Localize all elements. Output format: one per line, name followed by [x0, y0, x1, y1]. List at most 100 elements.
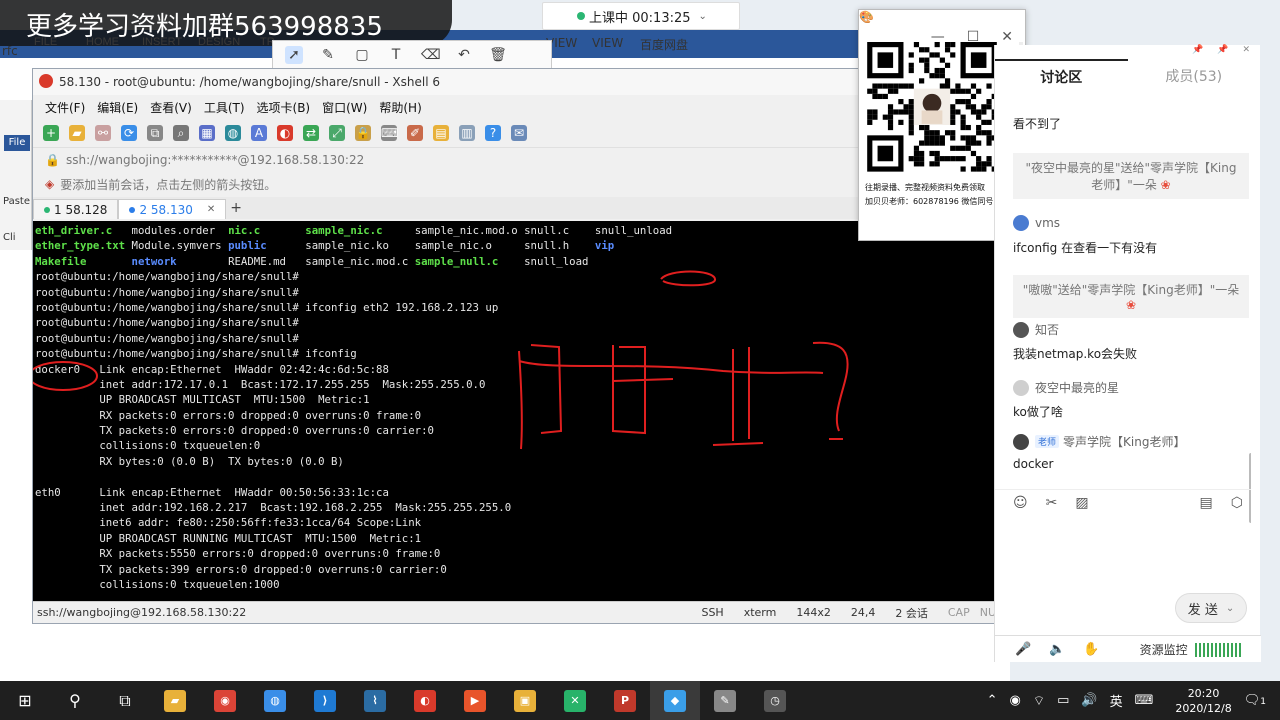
xmind-icon[interactable]: ✕: [550, 681, 600, 720]
highlight-icon[interactable]: ✐: [407, 125, 423, 141]
menu-tools[interactable]: 工具(T): [204, 99, 245, 116]
discussion-tabs: 讨论区 成员(53): [995, 59, 1260, 93]
undo-icon[interactable]: ↶: [455, 46, 473, 64]
scissors-icon[interactable]: ✂: [1046, 495, 1058, 511]
terminal-output[interactable]: eth_driver.c modules.order nic.c sample_…: [33, 221, 996, 603]
layout-icon[interactable]: ▥: [459, 125, 475, 141]
emoji-icon[interactable]: ☺: [1013, 495, 1028, 511]
terminal-file-entry: nic.c: [228, 224, 261, 237]
clock-tool-icon[interactable]: ◷: [750, 681, 800, 720]
avatar[interactable]: [1013, 215, 1029, 231]
close-icon[interactable]: ✕: [1242, 45, 1250, 59]
reconnect-icon[interactable]: ⟳: [121, 125, 137, 141]
xshell-icon[interactable]: ◐: [400, 681, 450, 720]
browser-globe-icon[interactable]: ◍: [250, 681, 300, 720]
menu-window[interactable]: 窗口(W): [322, 99, 367, 116]
properties-icon[interactable]: ▦: [199, 125, 215, 141]
text-icon[interactable]: T: [387, 46, 405, 64]
send-button[interactable]: 发 送 ⌄: [1175, 593, 1247, 623]
pointer-icon[interactable]: ➚: [285, 46, 303, 64]
powerpoint-icon[interactable]: P: [600, 681, 650, 720]
avatar[interactable]: [1013, 321, 1029, 338]
hand-raise-icon[interactable]: ✋: [1083, 642, 1099, 657]
notification-icon[interactable]: 🗨1: [1244, 693, 1266, 708]
avatar[interactable]: [1013, 433, 1029, 450]
taskbar-clock[interactable]: 20:20 2020/12/8: [1175, 686, 1231, 716]
help-icon[interactable]: ?: [485, 125, 501, 141]
eraser-icon[interactable]: ⌫: [421, 46, 441, 64]
image-icon[interactable]: ▨: [1075, 495, 1088, 511]
terminal-lines: root@ubuntu:/home/wangbojing/share/snull…: [35, 269, 996, 592]
volume-icon[interactable]: 🔊: [1081, 693, 1097, 708]
live-status-pill[interactable]: 上课中 00:13:25 ⌄: [542, 2, 740, 30]
background-paste-label: Paste: [3, 196, 30, 207]
tab-members[interactable]: 成员(53): [1128, 59, 1261, 93]
menu-file[interactable]: 文件(F): [45, 99, 85, 116]
live-class-icon[interactable]: ◆: [650, 681, 700, 720]
avatar[interactable]: [1013, 379, 1029, 396]
chevron-up-icon[interactable]: ⌃: [987, 693, 998, 708]
xftp-icon[interactable]: ▶: [450, 681, 500, 720]
keyboard-icon[interactable]: ⌨: [1135, 693, 1154, 708]
fullscreen-icon[interactable]: ⤢: [329, 125, 345, 141]
shape-icon[interactable]: ▢: [353, 46, 371, 64]
add-session-icon[interactable]: ◈: [45, 177, 54, 191]
vscode-icon[interactable]: ⟩: [300, 681, 350, 720]
system-tray: ⌃ ◉ ⌔ ▭ 🔊 英 ⌨ 20:20 2020/12/8 🗨1: [987, 681, 1280, 720]
script-icon[interactable]: ▤: [433, 125, 449, 141]
close-tab-icon[interactable]: ✕: [207, 204, 215, 215]
new-session-icon[interactable]: +: [43, 125, 59, 141]
ime-indicator[interactable]: 英: [1110, 691, 1123, 710]
view-tab-2[interactable]: VIEW: [592, 36, 623, 50]
resource-monitor[interactable]: 资源监控: [1140, 641, 1244, 658]
archive-icon[interactable]: ▣: [500, 681, 550, 720]
feedback-icon[interactable]: ▤: [1200, 495, 1213, 511]
baidu-netdisk-tab[interactable]: 百度网盘: [640, 36, 688, 53]
menu-help[interactable]: 帮助(H): [379, 99, 421, 116]
tray-app-icon[interactable]: ◉: [1010, 693, 1021, 708]
globe-icon[interactable]: ◍: [225, 125, 241, 141]
background-file-button[interactable]: File: [4, 135, 30, 151]
terminal-file-entry: sample_nic.ko: [305, 239, 389, 253]
chevron-down-icon[interactable]: ⌄: [699, 11, 707, 22]
task-view-icon[interactable]: ⧉: [100, 681, 150, 720]
find-icon[interactable]: ⌕: [173, 125, 189, 141]
disconnect-icon[interactable]: ⚯: [95, 125, 111, 141]
flower-icon: ❀: [1125, 298, 1137, 312]
paint-icon[interactable]: ✎: [700, 681, 750, 720]
chat-icon[interactable]: ✉: [511, 125, 527, 141]
close-icon[interactable]: ✕: [1001, 29, 1013, 45]
windows-start-icon[interactable]: ⊞: [0, 681, 50, 720]
wifi-icon[interactable]: ⌔: [1033, 693, 1045, 709]
xshell-red-icon[interactable]: ◐: [277, 125, 293, 141]
xshell-address-bar[interactable]: 🔒 ssh://wangbojing:***********@192.168.5…: [33, 147, 996, 171]
pin-icon[interactable]: 📌: [1217, 45, 1228, 59]
open-folder-icon[interactable]: ▰: [69, 125, 85, 141]
tab-discussion[interactable]: 讨论区: [995, 59, 1128, 93]
menu-view[interactable]: 查看(V): [150, 99, 192, 116]
pen-icon[interactable]: ✎: [319, 46, 337, 64]
menu-edit[interactable]: 编辑(E): [97, 99, 138, 116]
search-icon[interactable]: ⚲: [50, 681, 100, 720]
session-tab-1[interactable]: 1 58.128: [33, 199, 119, 219]
add-tab-icon[interactable]: +: [230, 200, 242, 216]
menu-tabs[interactable]: 选项卡(B): [257, 99, 311, 116]
font-icon[interactable]: A: [251, 125, 267, 141]
trash-icon[interactable]: 🗑: [489, 46, 507, 64]
lock-icon[interactable]: 🔒: [355, 125, 371, 141]
keyboard-icon[interactable]: ⌨: [381, 125, 398, 141]
message-list[interactable]: 看不到了 "夜空中最亮的星"送给"零声学院【King老师】"一朵 ❀ vms ifco…: [995, 93, 1251, 525]
network-icon[interactable]: ▭: [1057, 693, 1069, 708]
file-explorer-icon[interactable]: ▰: [150, 681, 200, 720]
speaker-icon[interactable]: 🔈: [1049, 642, 1065, 657]
xftp-green-icon[interactable]: ⇄: [303, 125, 319, 141]
microphone-icon[interactable]: 🎤: [1015, 642, 1031, 657]
settings-icon[interactable]: ⬡: [1231, 495, 1243, 511]
terminal-file-entry: network: [131, 254, 177, 268]
session-tab-2[interactable]: 2 58.130 ✕: [118, 199, 227, 219]
copy-icon[interactable]: ⧉: [147, 125, 163, 141]
chevron-down-icon[interactable]: ⌄: [1226, 603, 1234, 614]
chrome-icon[interactable]: ◉: [200, 681, 250, 720]
pin-icon[interactable]: 📌: [1192, 45, 1203, 59]
network-tool-icon[interactable]: ⌇: [350, 681, 400, 720]
